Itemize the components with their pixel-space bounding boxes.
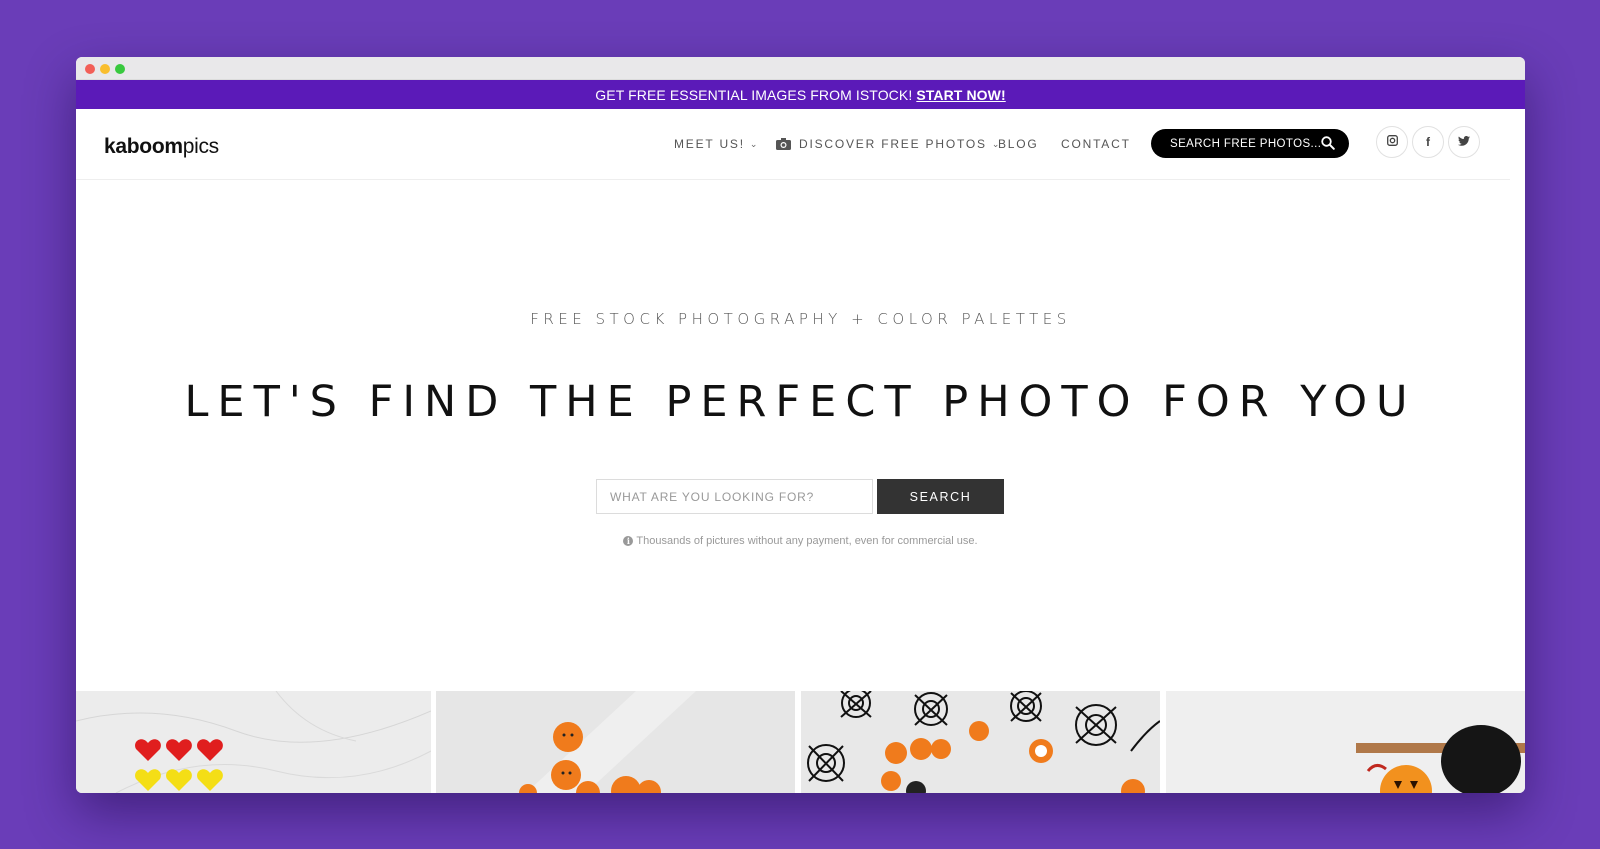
close-window-button[interactable]	[85, 64, 95, 74]
info-icon: i	[623, 536, 634, 546]
instagram-link[interactable]	[1376, 126, 1408, 158]
facebook-icon: f	[1426, 135, 1430, 149]
photo-gallery	[76, 691, 1525, 793]
nav-blog-label: BLOG	[998, 137, 1039, 151]
facebook-link[interactable]: f	[1412, 126, 1444, 158]
nav-meet-us[interactable]: MEET US! ⌄	[674, 137, 759, 151]
logo-light: pics	[182, 135, 219, 158]
photo-thumb-pumpkin-buttons[interactable]	[436, 691, 795, 793]
promo-banner: GET FREE ESSENTIAL IMAGES FROM ISTOCK! S…	[76, 80, 1525, 109]
photo-thumb-hearts[interactable]	[76, 691, 431, 793]
photo-thumb-spider-webs[interactable]	[801, 691, 1160, 793]
hero-tagline: FREE STOCK PHOTOGRAPHY + COLOR PALETTES	[530, 310, 1071, 328]
instagram-icon	[1386, 135, 1398, 149]
promo-start-now-link[interactable]: START NOW!	[916, 87, 1005, 103]
logo[interactable]: kaboompics	[104, 135, 219, 159]
nav-contact-label: CONTACT	[1061, 137, 1131, 151]
hero-headline: LET'S FIND THE PERFECT PHOTO FOR YOU	[184, 377, 1417, 427]
nav-discover[interactable]: DISCOVER FREE PHOTOS ⌄	[776, 137, 1001, 151]
photo-thumb-pumpkin-shelf[interactable]	[1166, 691, 1525, 793]
navbar: kaboompics MEET US! ⌄ DISCOVER FREE PHOT…	[76, 109, 1525, 180]
browser-window: GET FREE ESSENTIAL IMAGES FROM ISTOCK! S…	[76, 57, 1525, 793]
promo-text: GET FREE ESSENTIAL IMAGES FROM ISTOCK!	[595, 86, 913, 103]
nav-blog[interactable]: BLOG	[998, 137, 1039, 151]
hero-section: FREE STOCK PHOTOGRAPHY + COLOR PALETTES …	[76, 180, 1525, 680]
hero-search-button[interactable]: SEARCH	[877, 479, 1004, 514]
chevron-down-icon: ⌄	[749, 138, 760, 149]
nav-search-button[interactable]: SEARCH FREE PHOTOS...	[1151, 129, 1349, 158]
nav-discover-label: DISCOVER FREE PHOTOS	[799, 137, 987, 151]
logo-bold: kaboom	[104, 135, 183, 158]
hero-note: i Thousands of pictures without any paym…	[76, 535, 1525, 547]
twitter-icon	[1458, 135, 1470, 149]
window-title-bar	[76, 57, 1525, 80]
hero-search-input[interactable]	[596, 479, 873, 514]
hero-note-text: Thousands of pictures without any paymen…	[636, 535, 978, 547]
maximize-window-button[interactable]	[115, 64, 125, 74]
nav-search-label: SEARCH FREE PHOTOS...	[1170, 137, 1322, 150]
nav-contact[interactable]: CONTACT	[1061, 137, 1131, 151]
nav-meet-us-label: MEET US!	[674, 137, 745, 151]
camera-icon	[776, 138, 791, 150]
minimize-window-button[interactable]	[100, 64, 110, 74]
search-icon	[1321, 136, 1335, 153]
twitter-link[interactable]	[1448, 126, 1480, 158]
